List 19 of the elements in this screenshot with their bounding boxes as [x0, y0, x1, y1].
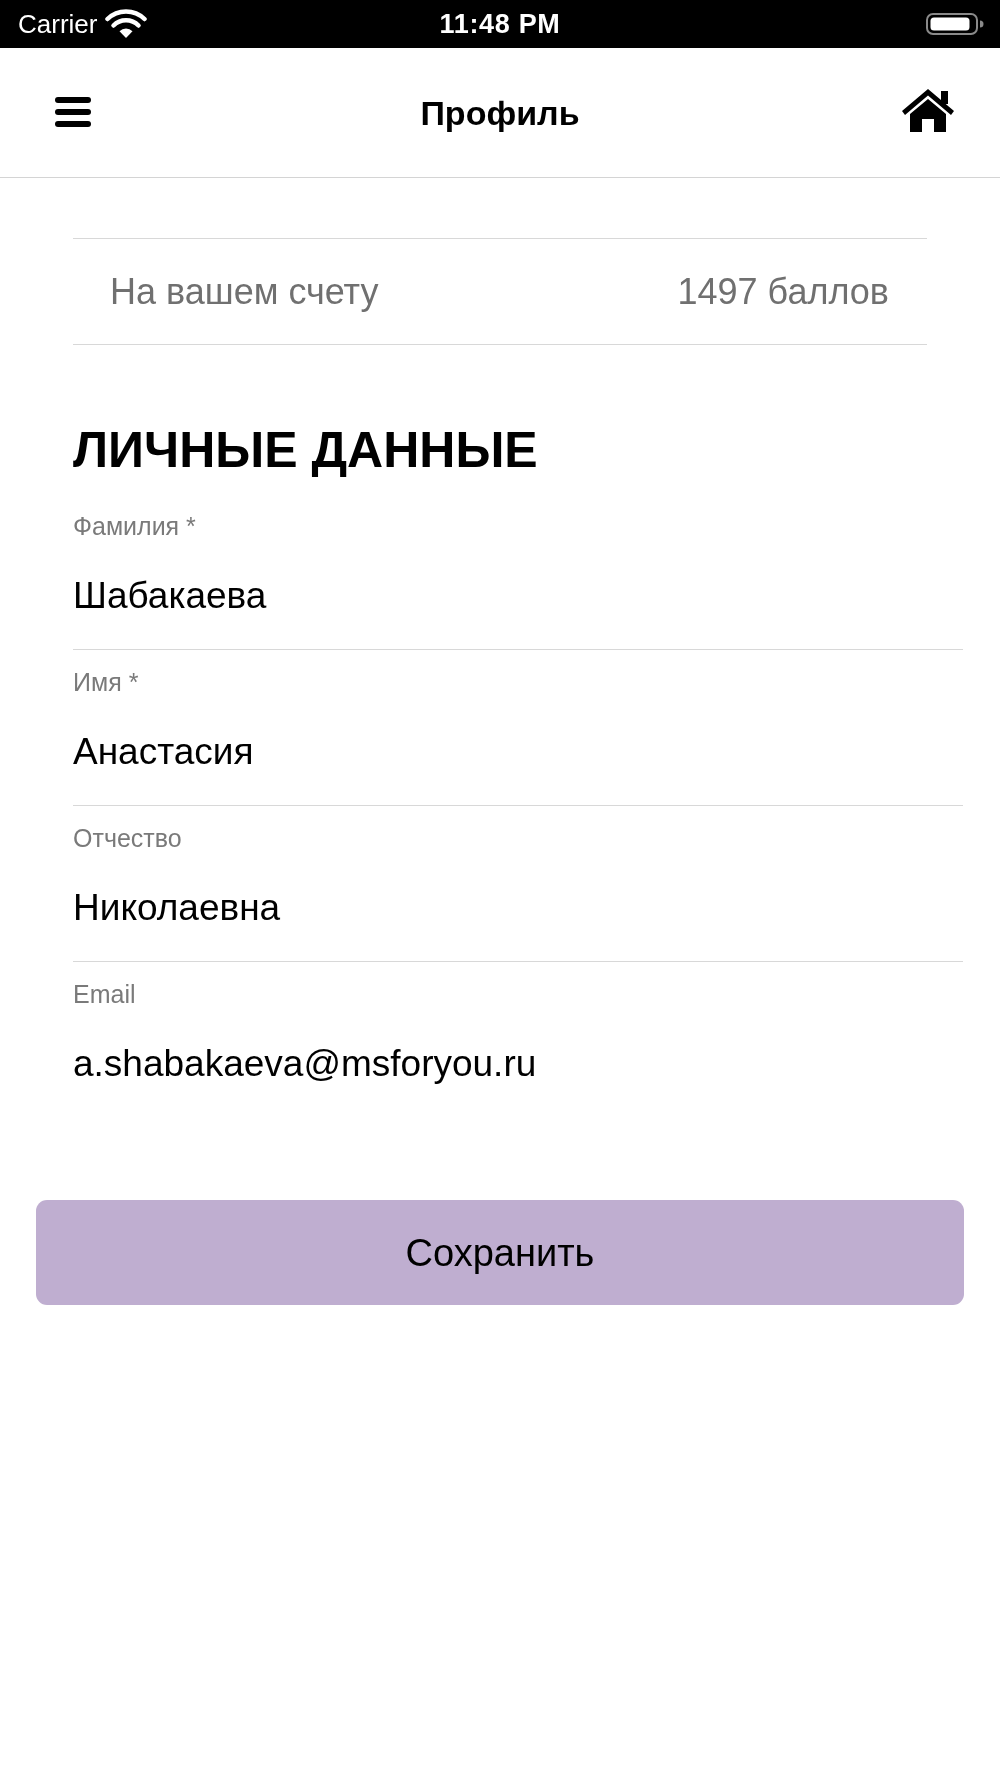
- input-field[interactable]: a.shabakaeva@msforyou.ru: [73, 1037, 963, 1091]
- input-field[interactable]: Николаевна: [73, 881, 963, 935]
- input-field[interactable]: Шабакаева: [73, 569, 963, 623]
- field-label: Email: [73, 982, 137, 1006]
- wifi-icon: [105, 9, 148, 39]
- battery-icon: [926, 13, 984, 35]
- menu-icon: [55, 96, 91, 127]
- clock-time: 11:48 PM: [439, 10, 561, 38]
- carrier-name: Carrier: [18, 11, 98, 37]
- field-label: Фамилия *: [73, 514, 197, 538]
- field-label: Имя *: [73, 670, 140, 694]
- balance-label: На вашем счету: [110, 273, 379, 310]
- page-title: Профиль: [420, 95, 580, 130]
- save-button[interactable]: Сохранить: [36, 1200, 964, 1305]
- section-heading: ЛИЧНЫЕ ДАННЫЕ: [73, 422, 539, 478]
- home-icon: [900, 87, 956, 133]
- input-field[interactable]: Анастасия: [73, 725, 963, 779]
- balance-value: 1497 баллов: [677, 273, 889, 310]
- field-label: Отчество: [73, 826, 183, 850]
